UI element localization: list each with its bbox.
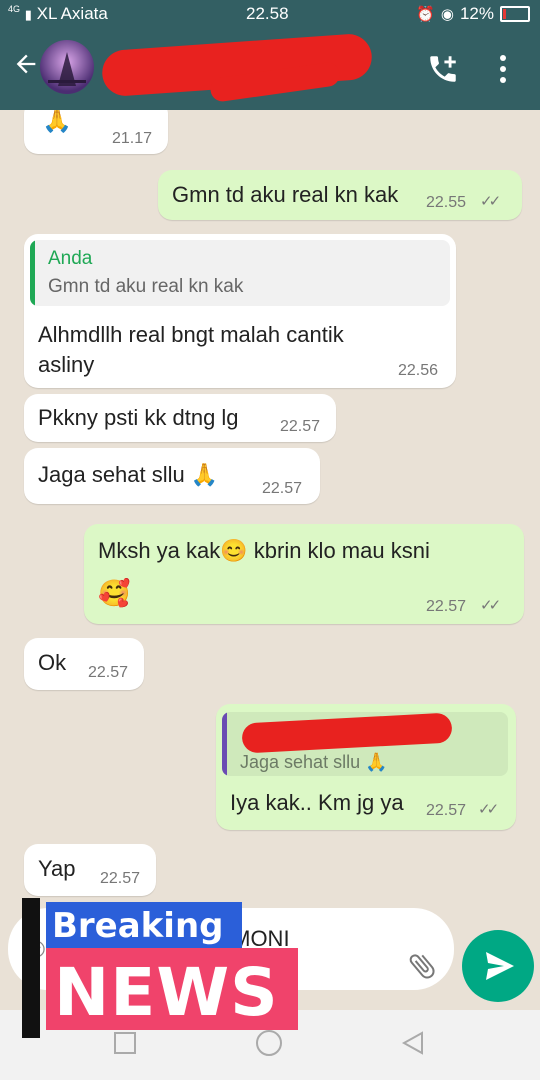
message-text: 🙏 xyxy=(42,110,72,134)
back-nav-icon[interactable] xyxy=(400,1030,426,1056)
message-text-line2: 🥰 xyxy=(98,578,131,608)
quote-author-redaction xyxy=(241,712,453,754)
message-incoming[interactable]: Yap 22.57 xyxy=(24,844,156,896)
message-time: 22.57 xyxy=(100,870,141,887)
call-add-icon[interactable] xyxy=(426,52,460,86)
quoted-message[interactable]: Jaga sehat sllu 🙏 xyxy=(222,712,508,776)
message-time: 22.55 xyxy=(426,194,467,211)
read-receipt-icon: ✓✓ xyxy=(480,193,501,210)
message-outgoing[interactable]: Mksh ya kak😊 kbrin klo mau ksni 🥰 22.57 … xyxy=(84,524,524,624)
status-right: ⏰ ◉ 12% xyxy=(416,4,530,24)
message-text-line1: Mksh ya kak😊 kbrin klo mau ksni xyxy=(98,538,430,563)
quote-bar xyxy=(222,712,227,776)
status-left: 4G ▮ XL Axiata xyxy=(8,4,108,24)
message-time: 22.57 xyxy=(262,480,303,497)
message-time: 22.57 xyxy=(88,664,129,681)
avatar[interactable] xyxy=(40,40,94,94)
status-bar: 4G ▮ XL Axiata 22.58 ⏰ ◉ 12% xyxy=(0,0,540,28)
message-incoming[interactable]: Jaga sehat sllu 🙏 22.57 xyxy=(24,448,320,504)
quote-author: Anda xyxy=(48,248,93,269)
news-banner: NEWS xyxy=(46,948,298,1031)
message-time: 22.57 xyxy=(426,598,467,615)
send-icon xyxy=(486,952,514,980)
chat-header xyxy=(0,28,540,110)
more-vert-icon[interactable] xyxy=(498,54,508,84)
quote-text: Jaga sehat sllu 🙏 xyxy=(240,752,388,772)
message-text-line1: Alhmdllh real bngt malah cantik xyxy=(38,322,344,347)
message-incoming[interactable]: Ok 22.57 xyxy=(24,638,144,690)
send-button[interactable] xyxy=(462,930,534,1002)
quote-text: Gmn td aku real kn kak xyxy=(48,276,244,297)
overlay-shadow-bar xyxy=(22,898,40,1038)
status-time: 22.58 xyxy=(246,4,289,23)
message-text-line2: asliny xyxy=(38,352,95,377)
breaking-news-overlay: Breaking NEWS xyxy=(22,898,302,1038)
breaking-label: Breaking xyxy=(52,906,224,946)
battery-percent: 12% xyxy=(459,4,494,23)
signal-icon: ▮ xyxy=(24,7,32,22)
read-receipt-icon: ✓✓ xyxy=(478,801,499,818)
message-incoming-reply[interactable]: Anda Gmn td aku real kn kak Alhmdllh rea… xyxy=(24,234,456,388)
message-outgoing-reply[interactable]: Jaga sehat sllu 🙏 Iya kak.. Km jg ya 22.… xyxy=(216,704,516,830)
read-receipt-icon: ✓✓ xyxy=(480,597,501,614)
network-label: 4G xyxy=(8,4,21,14)
quote-bar xyxy=(30,240,35,306)
attach-icon[interactable] xyxy=(406,950,438,982)
message-time: 22.56 xyxy=(398,362,439,379)
message-text: Iya kak.. Km jg ya xyxy=(230,790,404,815)
chat-area[interactable]: 🙏 21.17 Gmn td aku real kn kak 22.55 ✓✓ … xyxy=(0,110,540,1010)
message-time: 22.57 xyxy=(280,418,321,435)
message-outgoing[interactable]: Gmn td aku real kn kak 22.55 ✓✓ xyxy=(158,170,522,220)
data-saver-icon: ◉ xyxy=(440,6,454,23)
back-arrow-icon[interactable] xyxy=(12,50,40,86)
carrier-label: XL Axiata xyxy=(36,4,108,23)
message-time: 21.17 xyxy=(112,130,153,147)
message-text: Ok xyxy=(38,650,67,675)
message-incoming[interactable]: 🙏 21.17 xyxy=(24,110,168,154)
quoted-message[interactable]: Anda Gmn td aku real kn kak xyxy=(30,240,450,306)
alarm-icon: ⏰ xyxy=(416,6,435,23)
message-incoming[interactable]: Pkkny psti kk dtng lg 22.57 xyxy=(24,394,336,442)
news-label: NEWS xyxy=(54,954,279,1031)
battery-level-fill xyxy=(503,9,506,19)
message-text: Jaga sehat sllu 🙏 xyxy=(38,462,219,487)
battery-icon xyxy=(500,6,530,22)
message-text: Yap xyxy=(38,856,76,881)
breaking-banner: Breaking xyxy=(46,902,242,948)
message-text: Gmn td aku real kn kak xyxy=(172,182,399,207)
message-time: 22.57 xyxy=(426,802,467,819)
message-text: Pkkny psti kk dtng lg xyxy=(38,405,239,430)
